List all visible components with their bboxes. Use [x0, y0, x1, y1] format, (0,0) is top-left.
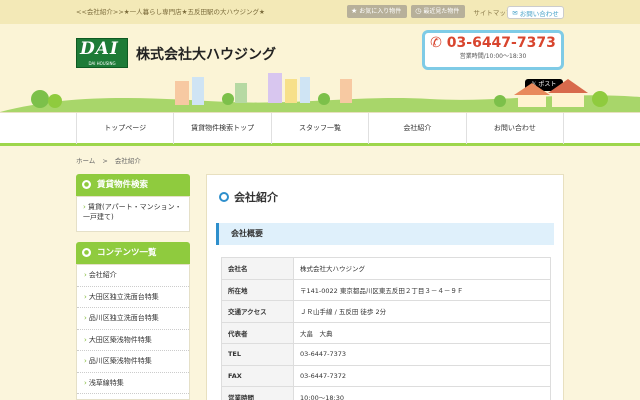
table-row: 所在地 〒141-0022 東京都品川区東五反田２丁目３－４－９Ｆ [221, 278, 551, 301]
contents-item[interactable]: › 浅草線特集 [77, 373, 189, 394]
row-label: FAX [221, 364, 294, 387]
row-label: TEL [221, 343, 294, 366]
nav-staff-list[interactable]: スタッフ一覧 [270, 113, 368, 144]
table-row: 交通アクセス ＪＲ山手線 / 五反田 徒歩 2分 [221, 300, 551, 323]
company-info-table: 会社名 株式会社大ハウジング 所在地 〒141-0022 東京都品川区東五反田２丁目… [221, 257, 551, 400]
phone-number-text: 03-6447-7373 [446, 35, 556, 51]
global-nav: トップページ 賃貸物件検索トップ スタッフ一覧 会社紹介 お問い合わせ [0, 112, 640, 146]
favorites-button[interactable]: ★ お気に入り物件 [347, 5, 408, 18]
nav-top-page[interactable]: トップページ [76, 113, 173, 144]
contents-item-label: 品川区築浅物件特集 [88, 357, 152, 365]
page-title-text: 会社紹介 [234, 191, 278, 204]
section-heading: 会社概要 [216, 223, 554, 245]
contents-item[interactable]: › 品川区独立洗面台特集 [77, 308, 189, 330]
contents-item-label: 大田区築浅物件特集 [88, 335, 152, 344]
table-row: FAX 03-6447-7372 [221, 364, 551, 387]
row-value: 10:00～18:30 [293, 386, 551, 400]
arrow-right-icon: › [84, 271, 87, 279]
top-links: ★ お気に入り物件 ◷ 最近見た物件 サイトマップ [347, 5, 512, 18]
search-icon: ● [82, 180, 91, 189]
row-value: 株式会社大ハウジング [293, 257, 551, 280]
logo-subtext: DAI HOUSING [88, 61, 116, 66]
row-label: 所在地 [221, 278, 294, 301]
arrow-right-icon: › [84, 378, 87, 387]
nav-company-profile[interactable]: 会社紹介 [368, 113, 465, 144]
site-header: DAI DAI HOUSING 株式会社大ハウジング ✆ 03-6447-737… [0, 24, 640, 112]
contents-heading-text: コンテンツ一覧 [96, 248, 157, 258]
rental-search-box: › 賃貸(アパート・マンション・一戸建て) [76, 196, 190, 232]
contents-item[interactable]: › 品川区築浅物件特集 [77, 351, 189, 373]
list-icon: ● [82, 248, 91, 257]
phone-number[interactable]: ✆ 03-6447-7373 [425, 35, 561, 51]
contents-item-label: 品川区独立洗面台特集 [88, 314, 159, 322]
town-illustration [0, 73, 640, 112]
company-logo[interactable]: DAI DAI HOUSING [76, 38, 128, 68]
nav-rental-search[interactable]: 賃貸物件検索トップ [173, 113, 270, 144]
contents-list: › 会社紹介 › 大田区独立洗面台特集 › 品川区独立洗面台特集 › 大田区築浅物件特集… [76, 264, 190, 400]
logo-text: DAI [80, 39, 119, 59]
page-title: 会社紹介 [219, 189, 278, 205]
main-content: 会社紹介 会社概要 会社名 株式会社大ハウジング 所在地 〒141-0022 東京都… [206, 174, 564, 400]
contents-item-label: 浅草線特集 [88, 378, 124, 387]
star-icon: ★ [351, 7, 358, 15]
contents-item-label: 会社紹介 [88, 271, 117, 279]
contents-heading: ● コンテンツ一覧 [76, 242, 190, 264]
phone-icon: ✆ [430, 35, 442, 51]
contents-item-label: 大田区独立洗面台特集 [88, 292, 159, 301]
table-row: 代表者 大畠 大典 [221, 321, 551, 344]
arrow-right-icon: › [83, 203, 86, 211]
phone-box: ✆ 03-6447-7373 営業時間/10:00～18:30 [422, 30, 564, 70]
contents-item[interactable]: › 大田区築浅物件特集 [77, 330, 189, 351]
nav-contact[interactable]: お問い合わせ [465, 113, 565, 144]
row-value: ＪＲ山手線 / 五反田 徒歩 2分 [293, 300, 551, 323]
breadcrumb: ホーム > 会社紹介 [76, 155, 146, 165]
breadcrumb-separator: > [102, 157, 108, 165]
table-row: TEL 03-6447-7373 [221, 343, 551, 366]
table-row: 会社名 株式会社大ハウジング [221, 257, 551, 280]
recently-viewed-label: 最近見た物件 [423, 8, 460, 15]
site-tagline: <<会社紹介>>★一人暮らし専門店★五反田駅の大ハウジング★ [76, 8, 265, 16]
row-value: 03-6447-7373 [293, 343, 551, 366]
row-value: 大畠 大典 [293, 321, 551, 344]
mail-icon: ✉ [512, 8, 518, 17]
arrow-right-icon: › [84, 292, 87, 301]
row-label: 交通アクセス [221, 300, 294, 323]
clock-icon: ◷ [415, 7, 422, 15]
top-strip: <<会社紹介>>★一人暮らし専門店★五反田駅の大ハウジング★ ★ お気に入り物件… [0, 0, 640, 24]
breadcrumb-current: 会社紹介 [114, 157, 141, 165]
contents-item[interactable]: › 大田区独立洗面台特集 [77, 287, 189, 308]
business-hours: 営業時間/10:00～18:30 [459, 53, 527, 60]
rental-search-heading: ● 賃貸物件検索 [76, 174, 190, 196]
breadcrumb-home[interactable]: ホーム [76, 157, 95, 165]
row-value: 03-6447-7372 [293, 364, 551, 387]
row-value: 〒141-0022 東京都品川区東五反田２丁目３－４－９Ｆ [293, 278, 551, 301]
contents-item[interactable]: › 会社紹介 [77, 265, 189, 287]
row-label: 営業時間 [221, 386, 294, 400]
rental-search-link[interactable]: 賃貸(アパート・マンション・一戸建て) [83, 203, 182, 221]
row-label: 代表者 [221, 321, 294, 344]
arrow-right-icon: › [84, 335, 87, 344]
row-label: 会社名 [221, 257, 294, 280]
global-nav-items: トップページ 賃貸物件検索トップ スタッフ一覧 会社紹介 お問い合わせ [76, 113, 565, 144]
arrow-right-icon: › [84, 357, 87, 365]
header-contact-label: お問い合わせ [519, 9, 559, 18]
company-name: 株式会社大ハウジング [136, 47, 276, 63]
table-row: 営業時間 10:00～18:30 [221, 386, 551, 400]
header-contact-button[interactable]: ✉ お問い合わせ [507, 6, 564, 19]
arrow-right-icon: › [84, 314, 87, 322]
favorites-label: お気に入り物件 [359, 8, 402, 15]
recently-viewed-button[interactable]: ◷ 最近見た物件 [411, 5, 466, 18]
rental-search-heading-text: 賃貸物件検索 [96, 180, 148, 190]
circle-bullet-icon [219, 192, 229, 202]
